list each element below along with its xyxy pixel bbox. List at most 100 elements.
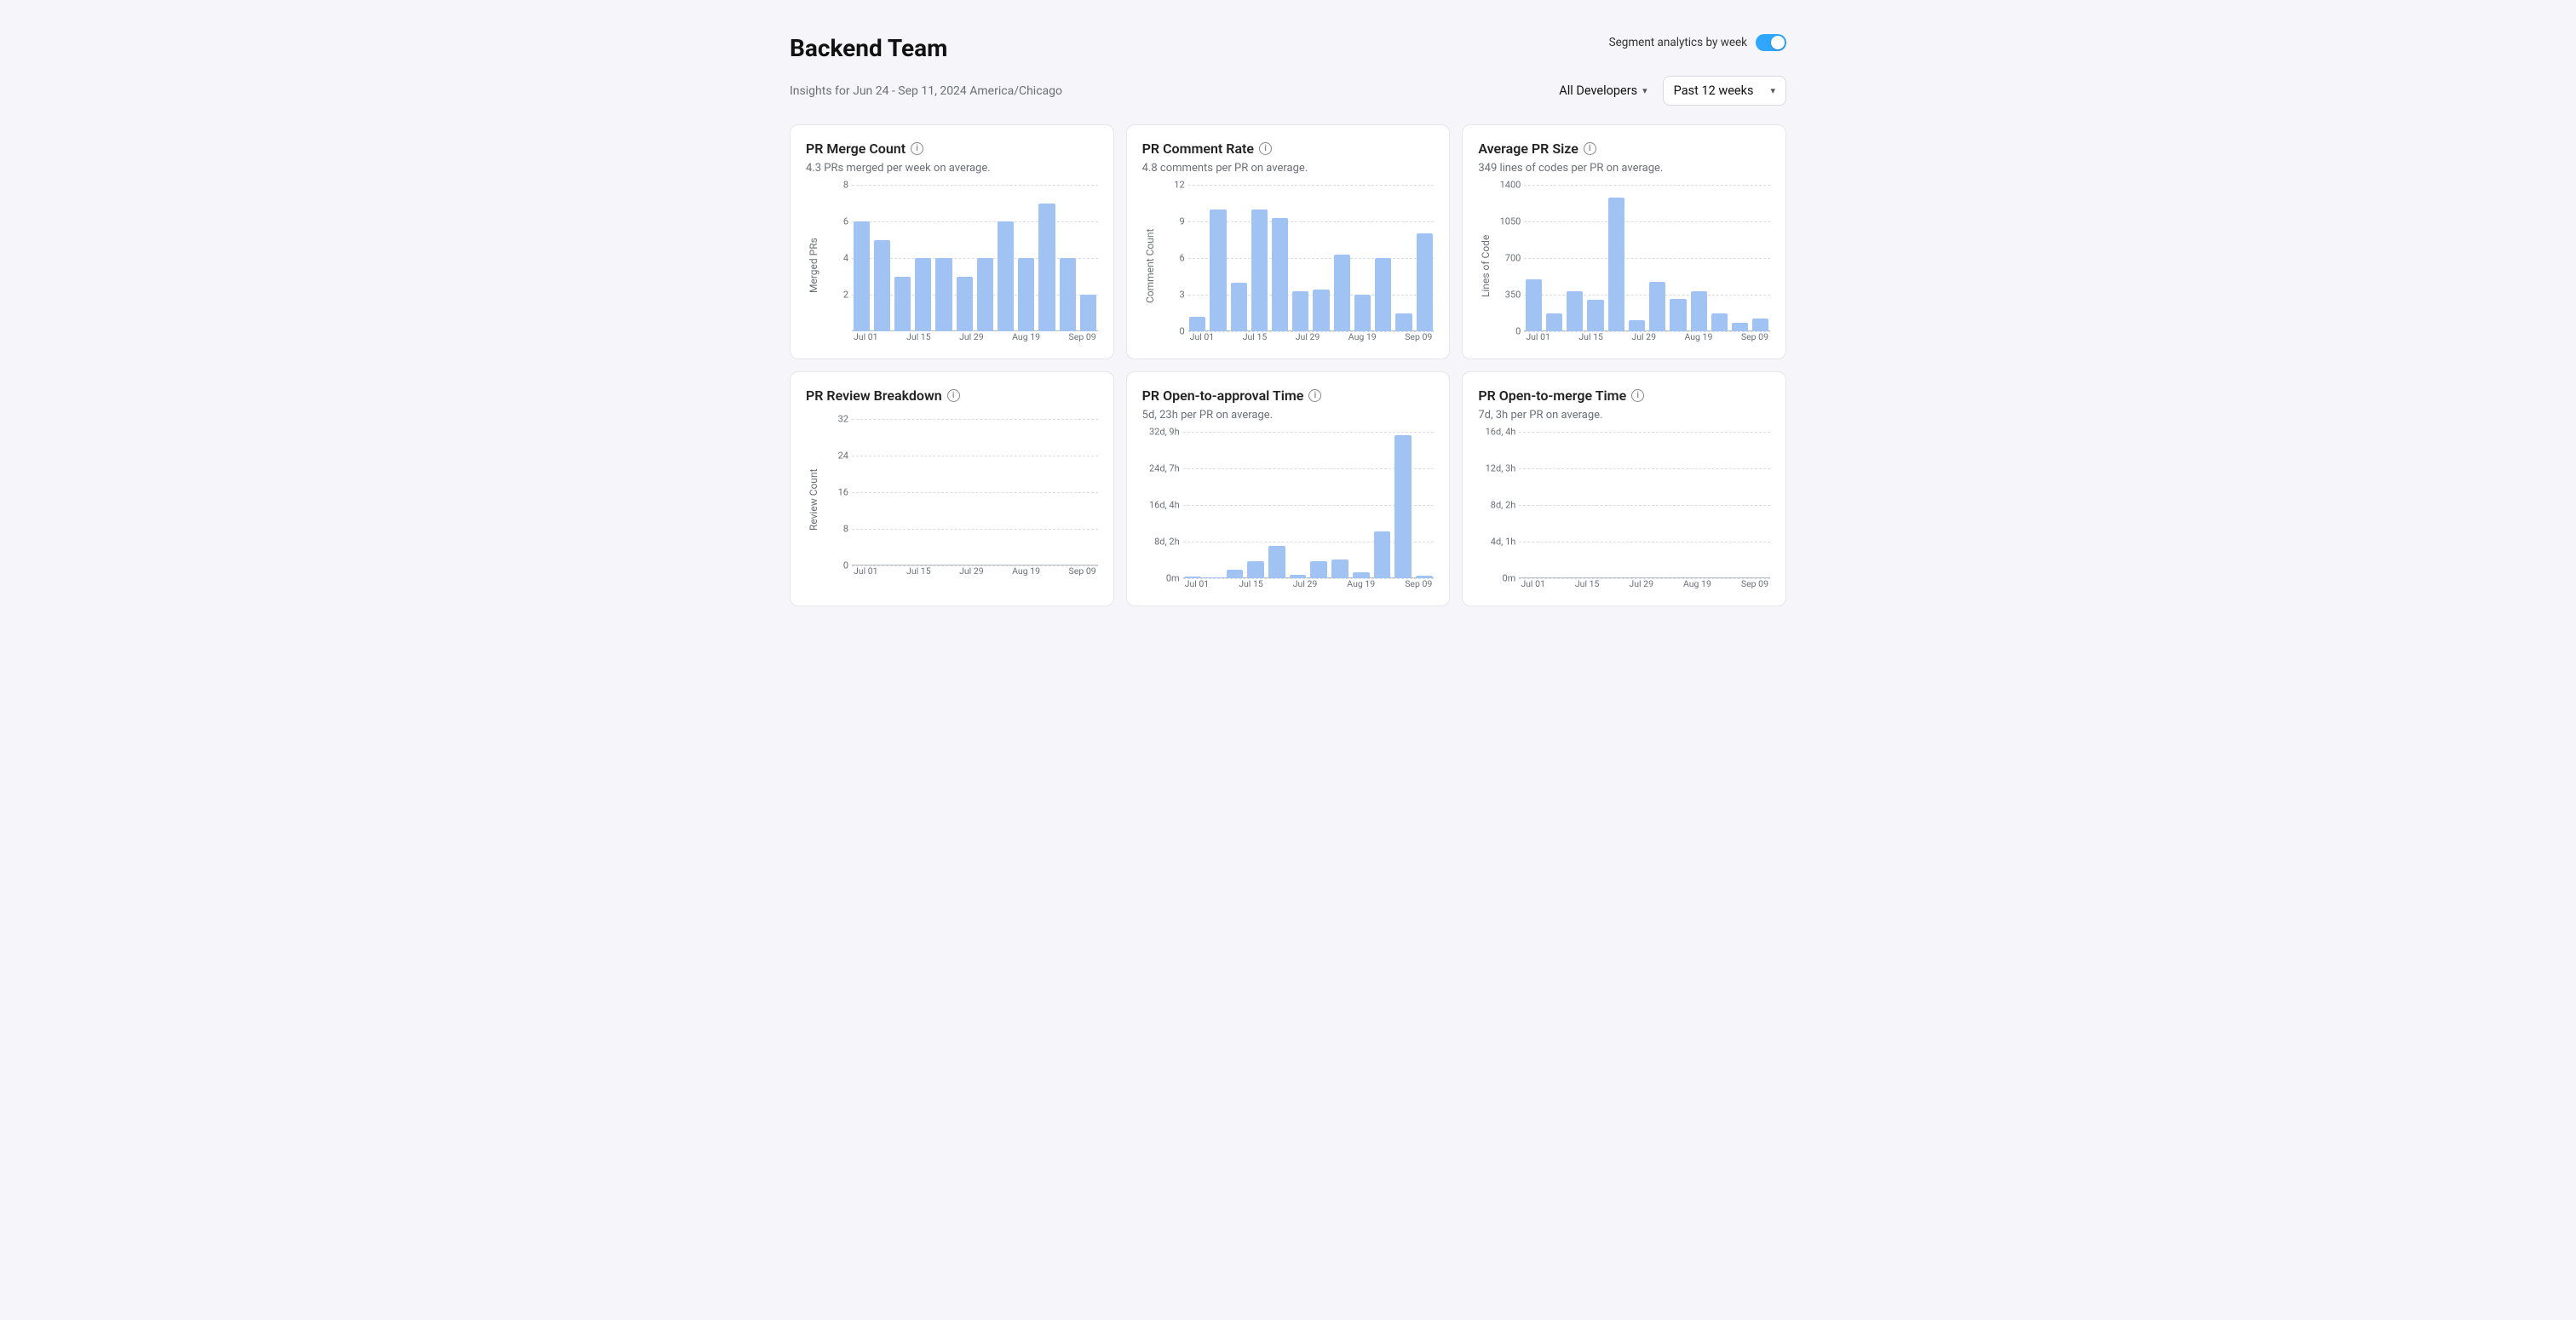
card-average-pr-size: Average PR Size i 349 lines of codes per…	[1462, 124, 1786, 359]
chart-open-to-merge-time: 0m4d, 1h8d, 2h12d, 3h16d, 4hJul 01Jul 15…	[1478, 432, 1770, 594]
chart-average-pr-size: Lines of Code 035070010501400Jul 01Jul 1…	[1478, 185, 1770, 347]
y-tick-label: 0m	[1142, 573, 1180, 584]
bar	[1018, 258, 1034, 331]
card-pr-comment-rate: PR Comment Rate i 4.8 comments per PR on…	[1126, 124, 1451, 359]
y-tick-label: 16	[819, 487, 848, 498]
info-icon[interactable]: i	[1631, 389, 1644, 402]
x-tick-label: Aug 19	[1012, 565, 1040, 581]
card-title: PR Review Breakdown	[806, 387, 942, 404]
x-tick-label: Jul 15	[906, 331, 931, 347]
x-tick-label: Jul 29	[959, 331, 984, 347]
bar	[1752, 319, 1768, 331]
bar	[1546, 313, 1562, 331]
bar	[1331, 560, 1348, 578]
y-tick-label: 6	[1156, 253, 1185, 264]
chart-pr-review-breakdown: Review Count 08162432Jul 01Jul 15Jul 29A…	[806, 419, 1098, 581]
bar	[1526, 279, 1542, 331]
x-tick-label: Jul 29	[1629, 578, 1653, 594]
y-axis-label: Review Count	[806, 419, 819, 581]
y-tick-label: 0	[1492, 326, 1521, 337]
time-range-select[interactable]: Past 12 weeks ▾	[1663, 76, 1786, 106]
x-tick-label: Jul 15	[1575, 578, 1600, 594]
y-tick-label: 8d, 2h	[1478, 500, 1515, 511]
bar	[874, 240, 890, 332]
time-range-label: Past 12 weeks	[1674, 83, 1754, 98]
x-tick-label: Jul 15	[1239, 578, 1263, 594]
bar	[1629, 320, 1645, 332]
info-icon[interactable]: i	[1308, 389, 1321, 402]
y-tick-label: 6	[819, 216, 848, 227]
card-subtitle: 5d, 23h per PR on average.	[1142, 409, 1435, 422]
bar	[1310, 561, 1327, 578]
x-tick-label: Jul 15	[1578, 331, 1603, 347]
x-tick-label: Jul 29	[1631, 331, 1656, 347]
x-tick-label: Jul 15	[1243, 331, 1268, 347]
y-tick-label: 4	[819, 253, 848, 264]
bar	[1080, 295, 1096, 331]
x-tick-label: Aug 19	[1683, 578, 1711, 594]
bar	[854, 221, 870, 331]
y-tick-label: 8d, 2h	[1142, 537, 1180, 548]
bar	[1334, 255, 1350, 331]
bar	[1732, 323, 1748, 331]
y-tick-label: 700	[1492, 253, 1521, 264]
bar	[1417, 233, 1433, 331]
y-tick-label: 24d, 7h	[1142, 462, 1180, 473]
y-tick-label: 9	[1156, 216, 1185, 227]
bar	[1374, 531, 1391, 578]
chevron-down-icon: ▾	[1770, 85, 1775, 96]
bar	[1691, 291, 1707, 331]
y-tick-label: 0	[1156, 326, 1185, 337]
x-tick-label: Jul 01	[1521, 578, 1545, 594]
x-tick-label: Sep 09	[1069, 565, 1096, 581]
card-subtitle: 349 lines of codes per PR on average.	[1478, 162, 1770, 175]
x-tick-label: Aug 19	[1684, 331, 1712, 347]
x-tick-label: Sep 09	[1741, 578, 1768, 594]
bar	[1670, 299, 1686, 331]
segment-toggle-label: Segment analytics by week	[1609, 36, 1747, 49]
y-tick-label: 24	[819, 451, 848, 462]
bar	[998, 221, 1014, 331]
bar	[1227, 570, 1244, 578]
bar	[1649, 282, 1665, 331]
bar	[1353, 572, 1370, 578]
bar	[1272, 218, 1288, 331]
card-title: PR Open-to-approval Time	[1142, 387, 1304, 404]
card-title: PR Comment Rate	[1142, 141, 1254, 157]
y-axis-label: Merged PRs	[806, 185, 819, 347]
info-icon[interactable]: i	[911, 142, 923, 155]
bar	[977, 258, 993, 331]
card-pr-merge-count: PR Merge Count i 4.3 PRs merged per week…	[790, 124, 1114, 359]
bar	[1587, 300, 1603, 331]
chart-open-to-approval-time: 0m8d, 2h16d, 4h24d, 7h32d, 9hJul 01Jul 1…	[1142, 432, 1435, 594]
bar	[915, 258, 931, 331]
bar	[1251, 209, 1268, 331]
segment-toggle[interactable]	[1756, 34, 1786, 51]
card-subtitle: 4.8 comments per PR on average.	[1142, 162, 1435, 175]
chart-pr-comment-rate: Comment Count 036912Jul 01Jul 15Jul 29Au…	[1142, 185, 1435, 347]
bar	[1247, 561, 1264, 578]
y-tick-label: 3	[1156, 290, 1185, 301]
card-subtitle: 4.3 PRs merged per week on average.	[806, 162, 1098, 175]
bar	[1231, 283, 1247, 331]
y-tick-label: 1400	[1492, 180, 1521, 191]
bar	[1608, 198, 1624, 331]
x-tick-label: Jul 01	[854, 565, 878, 581]
info-icon[interactable]: i	[1259, 142, 1272, 155]
bar	[1711, 313, 1728, 331]
y-tick-label: 32d, 9h	[1142, 427, 1180, 438]
info-icon[interactable]: i	[947, 389, 960, 402]
bar	[1394, 435, 1412, 578]
x-tick-label: Sep 09	[1069, 331, 1096, 347]
info-icon[interactable]: i	[1584, 142, 1596, 155]
card-pr-review-breakdown: PR Review Breakdown i Review Count 08162…	[790, 371, 1114, 606]
bar	[1354, 295, 1371, 331]
y-tick-label: 12d, 3h	[1478, 463, 1515, 474]
x-tick-label: Jul 29	[1293, 578, 1318, 594]
bar	[1210, 209, 1226, 331]
chart-pr-merge-count: Merged PRs 2468Jul 01Jul 15Jul 29Aug 19S…	[806, 185, 1098, 347]
x-tick-label: Jul 01	[1190, 331, 1215, 347]
bar	[1375, 258, 1391, 331]
developer-filter-select[interactable]: All Developers ▾	[1559, 83, 1647, 98]
y-tick-label: 0m	[1478, 573, 1515, 584]
